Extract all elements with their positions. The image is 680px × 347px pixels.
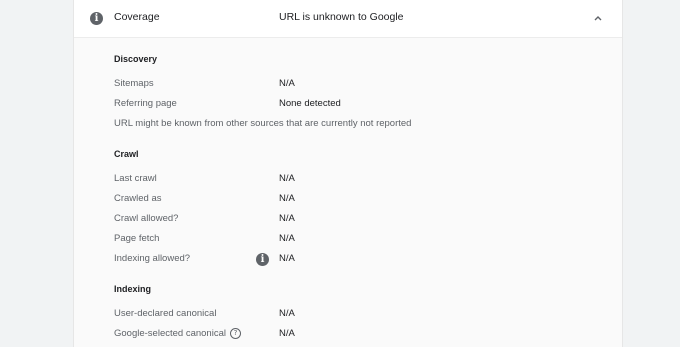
page-fetch-value: N/A — [279, 233, 295, 244]
last-crawl-value: N/A — [279, 173, 295, 184]
indexing-allowed-value: N/A — [279, 253, 295, 264]
info-icon: i — [90, 12, 103, 25]
crawl-allowed-label: Crawl allowed? — [114, 213, 179, 224]
last-crawl-label: Last crawl — [114, 173, 157, 184]
google-canonical-row-label: Google-selected canonical? — [114, 328, 241, 339]
crawl-heading: Crawl — [114, 149, 139, 159]
coverage-card: i Coverage URL is unknown to Google Disc… — [73, 0, 623, 347]
user-canonical-value: N/A — [279, 308, 295, 319]
crawl-allowed-value: N/A — [279, 213, 295, 224]
referring-page-value: None detected — [279, 98, 341, 109]
info-icon[interactable]: i — [256, 253, 269, 266]
user-canonical-label: User-declared canonical — [114, 308, 217, 319]
google-canonical-label: Google-selected canonical — [114, 328, 226, 339]
coverage-status: URL is unknown to Google — [279, 11, 404, 23]
discovery-heading: Discovery — [114, 54, 158, 64]
help-icon[interactable]: ? — [229, 328, 241, 339]
google-canonical-value: N/A — [279, 328, 295, 339]
indexing-heading: Indexing — [114, 284, 152, 294]
referring-page-label: Referring page — [114, 98, 177, 109]
sitemaps-label: Sitemaps — [114, 78, 154, 89]
crawled-as-value: N/A — [279, 193, 295, 204]
sitemaps-value: N/A — [279, 78, 295, 89]
crawled-as-label: Crawled as — [114, 193, 162, 204]
coverage-label: Coverage — [114, 11, 160, 23]
discovery-note: URL might be known from other sources th… — [114, 118, 412, 129]
coverage-header[interactable]: i Coverage URL is unknown to Google — [74, 0, 622, 38]
page-fetch-label: Page fetch — [114, 233, 160, 244]
indexing-allowed-label: Indexing allowed? — [114, 253, 191, 264]
chevron-up-icon[interactable] — [592, 12, 604, 24]
